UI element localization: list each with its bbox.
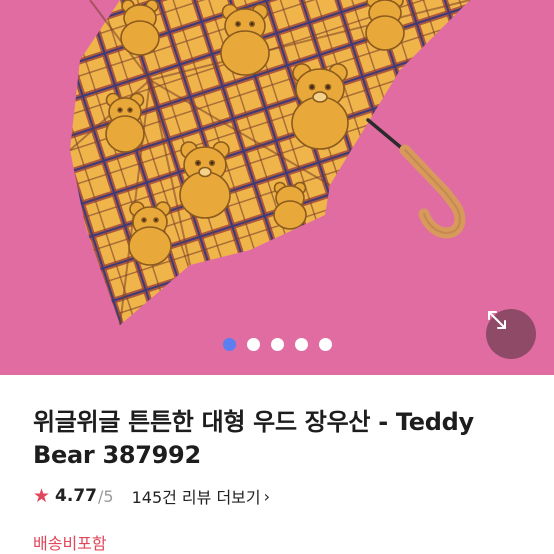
umbrella-image: [69, 0, 471, 326]
shipping-badge: 배송비포함: [33, 534, 107, 553]
chevron-right-icon[interactable]: ›: [264, 487, 270, 506]
product-info: 위글위글 튼튼한 대형 우드 장우산 - Teddy Bear 387992 ★…: [0, 375, 554, 554]
carousel-dot[interactable]: [246, 338, 260, 351]
product-image-carousel[interactable]: [0, 0, 554, 375]
rating-row: ★ 4.77 /5 145건 리뷰 더보기 ›: [33, 484, 270, 508]
product-title-line: 위글위글 튼튼한 대형 우드 장우산 - Teddy: [33, 408, 474, 436]
carousel-dot[interactable]: [294, 338, 308, 351]
expand-arrows-icon: [488, 311, 506, 329]
carousel-dot[interactable]: [318, 338, 332, 351]
product-title: 위글위글 튼튼한 대형 우드 장우산 - Teddy Bear 387992: [33, 406, 523, 472]
expand-image-button[interactable]: [486, 309, 536, 359]
rating-out-of: /5: [98, 486, 114, 506]
review-more-link[interactable]: 145건 리뷰 더보기: [132, 484, 261, 508]
star-icon: ★: [33, 484, 51, 507]
rating-score: 4.77: [55, 486, 97, 506]
product-detail-page: 위글위글 튼튼한 대형 우드 장우산 - Teddy Bear 387992 ★…: [0, 0, 554, 554]
carousel-dot[interactable]: [222, 338, 236, 351]
carousel-indicator: [0, 338, 554, 352]
product-title-line: Bear 387992: [33, 441, 201, 469]
carousel-dot[interactable]: [270, 338, 284, 351]
